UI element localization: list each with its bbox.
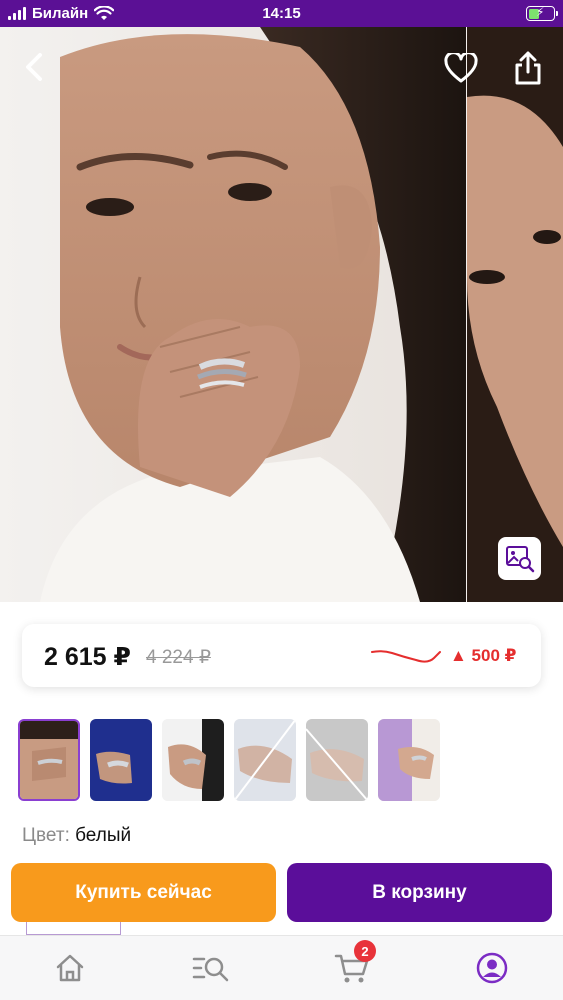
color-label: Цвет: xyxy=(22,825,70,846)
back-button[interactable] xyxy=(14,47,54,87)
bottom-navigation: 2 xyxy=(0,935,563,1000)
color-row: Цвет: белый xyxy=(22,825,131,847)
heart-icon xyxy=(444,53,478,83)
thumbnail-1[interactable] xyxy=(18,719,80,801)
profile-icon xyxy=(476,952,508,984)
price-current: 2 615 ₽ xyxy=(44,643,131,671)
product-photo-main[interactable] xyxy=(0,27,466,602)
nav-home[interactable] xyxy=(50,950,90,986)
color-value: белый xyxy=(75,825,132,846)
price-change: ▲ 500 ₽ xyxy=(450,646,517,665)
price-card[interactable]: 2 615 ₽ 4 224 ₽ ▲ 500 ₽ xyxy=(22,624,541,687)
chevron-left-icon xyxy=(26,53,42,81)
nav-cart[interactable]: 2 xyxy=(332,940,376,986)
battery-icon: ⚡ xyxy=(526,5,558,21)
visual-search-button[interactable] xyxy=(498,537,541,580)
price-old: 4 224 ₽ xyxy=(146,647,211,668)
buy-now-button[interactable]: Купить сейчас xyxy=(11,863,276,922)
price-trend-sparkline xyxy=(371,650,441,663)
thumbnail-2[interactable] xyxy=(90,719,152,801)
add-to-cart-button[interactable]: В корзину xyxy=(287,863,552,922)
home-icon xyxy=(56,954,84,982)
favorite-button[interactable] xyxy=(440,47,482,89)
share-button[interactable] xyxy=(507,45,549,91)
nav-catalog[interactable] xyxy=(191,950,231,986)
clock: 14:15 xyxy=(262,5,301,22)
image-search-icon xyxy=(505,545,534,572)
share-icon xyxy=(515,51,541,85)
cart-badge: 2 xyxy=(354,940,376,962)
thumbnail-6[interactable] xyxy=(378,719,440,801)
nav-profile[interactable] xyxy=(472,950,512,986)
product-photo-next[interactable] xyxy=(467,27,563,602)
thumbnail-4[interactable] xyxy=(234,719,296,801)
thumbnail-5[interactable] xyxy=(306,719,368,801)
status-bar: Билайн 14:15 ⚡ xyxy=(0,0,563,27)
catalog-search-icon xyxy=(192,957,229,982)
thumbnail-3[interactable] xyxy=(162,719,224,801)
product-photo-gallery[interactable] xyxy=(0,27,563,602)
